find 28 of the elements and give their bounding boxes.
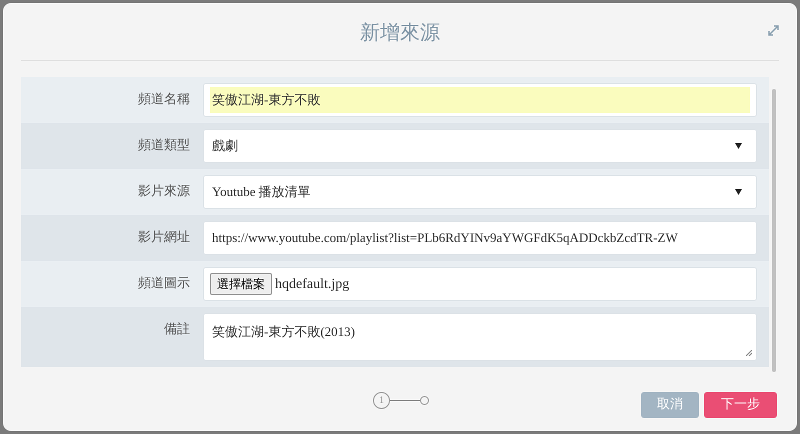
notes-textarea[interactable]: 笑傲江湖-東方不敗(2013) [203, 313, 757, 361]
file-name: hqdefault.jpg [275, 276, 350, 294]
text-field[interactable]: https://www.youtube.com/playlist?list=PLb6RdYINv9aYWGFdK5qADDckbZcdTR-ZW [203, 221, 757, 255]
field-value: https://www.youtube.com/playlist?list=PLb6RdYINv9aYWGFdK5qADDckbZcdTR-ZW [211, 229, 679, 248]
field-label: 影片網址 [137, 229, 191, 247]
field-label: 頻道類型 [137, 137, 191, 155]
select-field[interactable]: 戲劇 [203, 129, 757, 163]
field-label: 頻道圖示 [137, 275, 191, 293]
field-value: 笑傲江湖-東方不敗 [210, 87, 750, 113]
step-connector [390, 400, 420, 401]
dropdown-arrow-icon [735, 189, 742, 195]
field-label: 備註 [163, 321, 191, 339]
field-label: 頻道名稱 [137, 91, 191, 109]
step-indicator: 1 [373, 392, 390, 409]
dialog-title: 新增來源 [360, 18, 440, 46]
select-field[interactable]: Youtube 播放清單 [203, 175, 757, 209]
next-button[interactable]: 下一步 [704, 392, 777, 418]
textarea-value: 笑傲江湖-東方不敗(2013) [211, 323, 356, 341]
resize-handle-icon [746, 350, 752, 356]
expand-icon[interactable] [768, 25, 779, 36]
choose-file-button[interactable]: 選擇檔案 [210, 273, 272, 295]
select-value: Youtube 播放清單 [211, 183, 312, 202]
text-field[interactable]: 笑傲江湖-東方不敗 [203, 83, 757, 117]
file-field[interactable]: 選擇檔案 hqdefault.jpg [203, 267, 757, 301]
field-label: 影片來源 [137, 183, 191, 201]
select-value: 戲劇 [211, 137, 239, 156]
scrollbar[interactable] [772, 89, 776, 372]
dropdown-arrow-icon [735, 143, 742, 149]
